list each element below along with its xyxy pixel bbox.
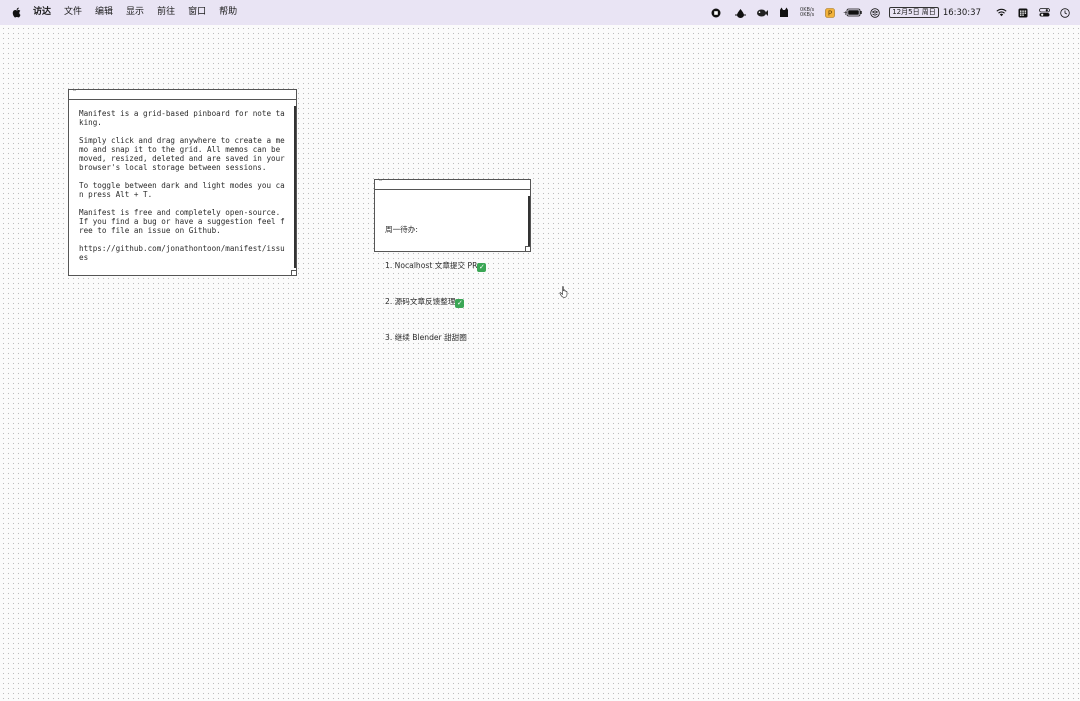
hand-cursor-icon (559, 286, 568, 298)
check-mark-icon: ✓ (455, 299, 465, 308)
calendar-grid-icon[interactable] (1017, 0, 1029, 25)
memo-drag-handle[interactable]: ⌃ (69, 90, 296, 100)
menu-window[interactable]: 窗口 (188, 0, 206, 25)
memo-scrollbar[interactable] (528, 196, 530, 248)
memo-scrollbar[interactable] (294, 106, 296, 268)
menu-go[interactable]: 前往 (157, 0, 175, 25)
fish-icon[interactable] (756, 0, 769, 25)
control-center-icon[interactable] (1038, 0, 1050, 25)
menu-bar: 访达 文件 编辑 显示 前往 窗口 帮助 0KB/s 0KB/s P + 12月… (0, 0, 1080, 25)
todo-item-text: 1. Nocalhost 文章提交 PR (385, 261, 478, 270)
clock[interactable]: 16:30:37 (943, 0, 981, 25)
battery-icon[interactable]: + (843, 0, 863, 25)
menu-app-finder[interactable]: 访达 (33, 0, 51, 25)
memo-todo[interactable]: ⌃ 周一待办: 1. Nocalhost 文章提交 PR ✓ 2. 源码文章反馈整… (374, 179, 531, 342)
check-mark-icon: ✓ (477, 263, 487, 272)
clipboard-icon[interactable]: P (824, 0, 836, 25)
layers-icon[interactable] (869, 0, 881, 25)
grip-icon: ⌃ (72, 89, 78, 96)
date-widget[interactable]: 12月5日 周日 (889, 0, 939, 25)
menu-file[interactable]: 文件 (64, 0, 82, 25)
menu-view[interactable]: 显示 (126, 0, 144, 25)
wifi-icon[interactable] (995, 0, 1007, 25)
todo-heading: 周一待办: (385, 225, 418, 234)
memo-text[interactable]: Manifest is a grid-based pinboard for no… (69, 100, 296, 277)
grip-icon: ⌃ (378, 179, 384, 186)
menu-help[interactable]: 帮助 (219, 0, 237, 25)
memo-drag-handle[interactable]: ⌃ (375, 180, 530, 190)
date-label: 12月5日 周日 (889, 7, 939, 18)
status-area: 0KB/s 0KB/s P + 12月5日 周日 16:30:37 (710, 0, 1080, 25)
drop-icon[interactable] (734, 0, 746, 25)
memo-intro[interactable]: ⌃ Manifest is a grid-based pinboard for … (68, 89, 297, 276)
resize-handle[interactable] (291, 270, 296, 275)
clock-status-icon[interactable] (1059, 0, 1071, 25)
net-download-speed: 0KB/s (800, 11, 815, 18)
todo-item: 2. 源码文章反馈整理 ✓ (385, 296, 520, 308)
todo-item: 1. Nocalhost 文章提交 PR ✓ (385, 260, 520, 272)
cat-icon[interactable] (778, 0, 790, 25)
todo-item: 3. 继续 Blender 甜甜圈 (385, 333, 467, 342)
record-icon[interactable] (710, 0, 722, 25)
network-speed[interactable]: 0KB/s 0KB/s (800, 0, 814, 25)
apple-menu-icon[interactable] (12, 7, 22, 18)
resize-handle[interactable] (525, 246, 530, 251)
svg-text:P: P (828, 9, 832, 17)
todo-item-text: 2. 源码文章反馈整理 (385, 297, 456, 306)
memo-text[interactable]: 周一待办: 1. Nocalhost 文章提交 PR ✓ 2. 源码文章反馈整理 ✓… (375, 190, 530, 368)
menu-edit[interactable]: 编辑 (95, 0, 113, 25)
